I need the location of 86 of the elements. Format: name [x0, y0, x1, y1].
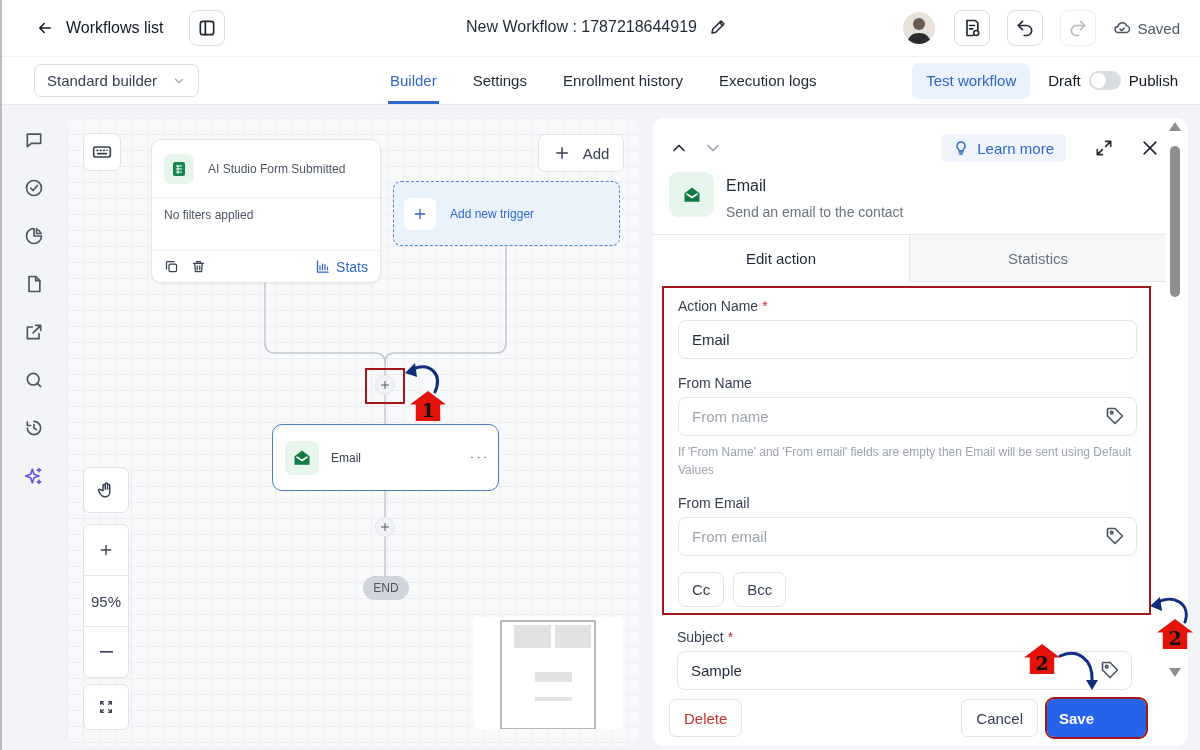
- copy-button[interactable]: [164, 259, 179, 274]
- recipient-toggle[interactable]: Cc: [678, 572, 725, 607]
- pencil-icon: [708, 18, 727, 36]
- text-field[interactable]: From name: [678, 397, 1137, 436]
- draft-label: Draft: [1048, 72, 1081, 89]
- required-mark: *: [727, 629, 734, 645]
- required-mark: *: [762, 298, 768, 314]
- pan-button[interactable]: [83, 467, 129, 513]
- cancel-button[interactable]: Cancel: [961, 699, 1038, 737]
- publish-toggle[interactable]: [1088, 71, 1121, 90]
- annotation-arrow: [405, 363, 439, 394]
- plus-icon: [379, 521, 391, 533]
- tag-icon: [1100, 660, 1120, 680]
- learn-more-button[interactable]: Learn more: [941, 134, 1066, 162]
- text-field[interactable]: From email: [678, 517, 1137, 556]
- tag-icon: [1105, 406, 1125, 426]
- tab[interactable]: Settings: [470, 57, 529, 104]
- add-trigger-button[interactable]: Add new trigger: [393, 181, 620, 246]
- sparkle-icon: [24, 466, 44, 486]
- tab[interactable]: Enrollment history: [560, 57, 685, 104]
- sidebar-toggle-button[interactable]: [188, 10, 225, 46]
- scroll-up-arrow-icon[interactable]: [1169, 122, 1181, 131]
- tag-button[interactable]: [1105, 526, 1125, 546]
- keyboard-button[interactable]: [83, 133, 121, 171]
- annotation-arrow: [1058, 652, 1098, 690]
- clock-icon: [24, 418, 44, 438]
- add-button[interactable]: Add: [538, 134, 624, 172]
- external-link-icon: [24, 322, 44, 342]
- delete-button[interactable]: Delete: [669, 699, 743, 737]
- workflow-title: New Workflow : 1787218644919: [466, 18, 697, 36]
- node-label: Email: [331, 450, 361, 465]
- stats-link[interactable]: Stats: [315, 258, 368, 275]
- filter-text: No filters applied: [164, 208, 254, 222]
- plus-icon: [98, 542, 114, 558]
- scrollbar-thumb[interactable]: [1170, 146, 1180, 297]
- bar-chart-icon: [315, 259, 331, 274]
- recipient-toggle[interactable]: Bcc: [733, 572, 787, 607]
- field-label: From Email: [678, 495, 750, 511]
- chat-icon: [24, 130, 44, 150]
- redo-icon: [1068, 18, 1089, 38]
- back-link[interactable]: Workflows list: [36, 19, 164, 37]
- action-subtitle: Send an email to the contact: [726, 204, 904, 220]
- email-node[interactable]: Email: [272, 424, 499, 491]
- tab[interactable]: Execution logs: [716, 57, 819, 104]
- undo-button[interactable]: [1007, 10, 1044, 46]
- plus-icon: [379, 379, 391, 391]
- delete-button[interactable]: [191, 259, 206, 274]
- tag-button[interactable]: [1100, 660, 1120, 680]
- check-circle-icon: [24, 178, 44, 198]
- fit-view-button[interactable]: [83, 684, 129, 730]
- help-text: If 'From Name' and 'From email' fields are empty then Email will be sent using Default Values: [678, 444, 1133, 479]
- trigger-title: AI Studio Form Submitted: [208, 161, 346, 176]
- publish-label: Publish: [1128, 72, 1178, 89]
- search-icon: [24, 370, 44, 390]
- trigger-card[interactable]: AI Studio Form Submitted No filters applied Stats: [151, 139, 381, 283]
- text-field[interactable]: Email: [678, 320, 1137, 359]
- document-button[interactable]: [954, 10, 991, 46]
- tag-icon: [1105, 526, 1125, 546]
- field-label: From Name: [678, 375, 752, 391]
- minus-icon: [99, 651, 113, 653]
- avatar[interactable]: [903, 12, 936, 44]
- field-label: Subject: [677, 629, 724, 645]
- scroll-down-arrow-icon[interactable]: [1169, 668, 1181, 677]
- action-title: Email: [726, 177, 767, 195]
- pie-chart-icon: [24, 226, 44, 246]
- fit-view-icon: [98, 699, 114, 715]
- close-icon: [1140, 138, 1160, 158]
- tab[interactable]: Builder: [388, 57, 439, 104]
- trash-icon: [191, 259, 206, 274]
- builder-dropdown[interactable]: Standard builder: [34, 64, 199, 97]
- copy-icon: [164, 259, 179, 274]
- close-button[interactable]: [1140, 138, 1160, 158]
- field-label: Action Name: [678, 298, 759, 314]
- save-status: Saved: [1137, 19, 1180, 37]
- annotation-arrow: [1150, 597, 1188, 624]
- expand-button[interactable]: [1094, 138, 1114, 158]
- expand-icon: [1094, 138, 1114, 158]
- more-icon: [471, 456, 486, 459]
- more-button[interactable]: [471, 456, 486, 459]
- spreadsheet-icon: [171, 160, 187, 177]
- panel-tab[interactable]: Statistics: [909, 235, 1166, 282]
- save-button[interactable]: Save: [1047, 699, 1146, 737]
- tag-button[interactable]: [1105, 406, 1125, 426]
- zoom-level: 95%: [84, 575, 128, 626]
- end-marker: END: [363, 576, 409, 600]
- test-workflow-button[interactable]: Test workflow: [912, 62, 1031, 99]
